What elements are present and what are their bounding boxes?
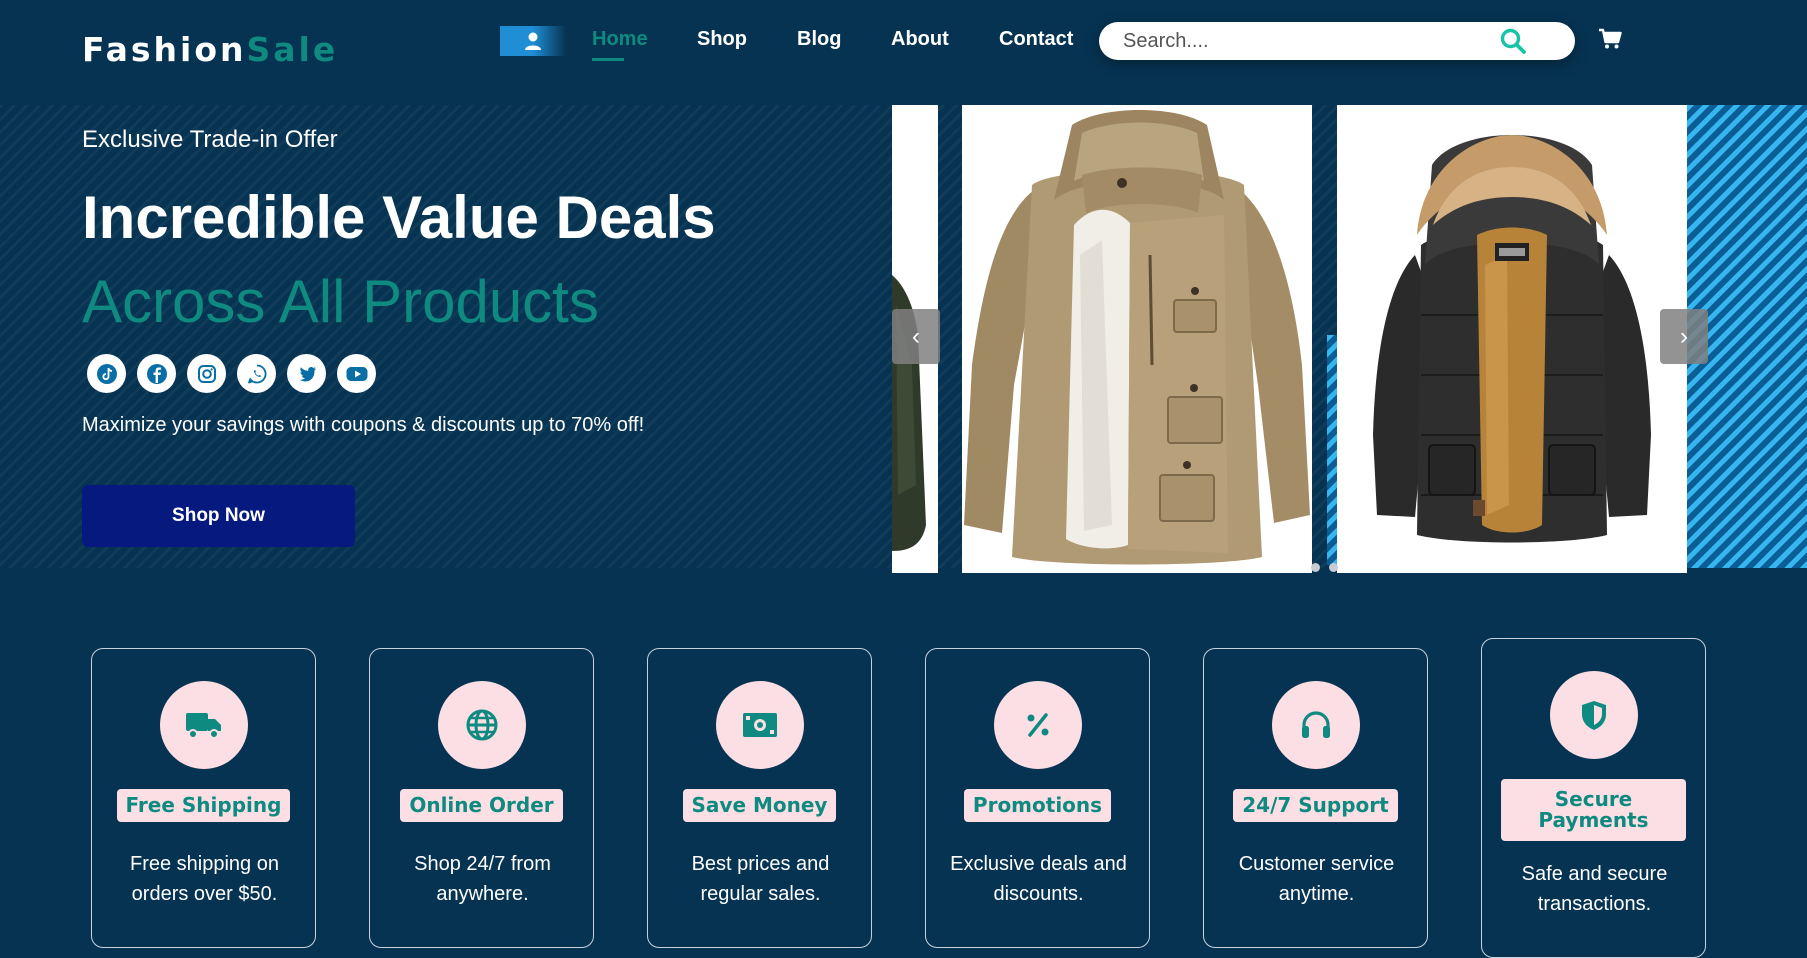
facebook-icon (146, 363, 167, 384)
feature-title-label: Promotions (963, 789, 1112, 822)
twitter-icon (299, 366, 316, 381)
carousel-slide[interactable] (1337, 105, 1687, 573)
globe-icon (466, 709, 498, 741)
feature-icon-wrap (438, 681, 526, 769)
feature-icon-wrap (716, 681, 804, 769)
shop-now-button[interactable]: Shop Now (82, 485, 355, 547)
feature-card-secure-payments: Secure Payments Safe and secure transact… (1481, 638, 1706, 958)
feature-desc: Exclusive deals and discounts. (950, 853, 1127, 905)
carousel-prev-button[interactable]: ‹ (892, 309, 940, 364)
instagram-icon (197, 364, 216, 383)
social-tiktok[interactable] (87, 354, 126, 393)
social-facebook[interactable] (137, 354, 176, 393)
user-icon (525, 32, 541, 50)
tiktok-icon (96, 363, 117, 384)
feature-card-support: 24/7 Support Customer service anytime. (1203, 648, 1428, 948)
feature-title: Online Order (370, 789, 593, 822)
feature-desc: Free shipping on orders over $50. (130, 853, 279, 905)
hero-eyebrow: Exclusive Trade-in Offer (82, 126, 338, 153)
money-icon (743, 713, 777, 737)
truck-icon (186, 713, 221, 739)
feature-title-label: Free Shipping (116, 789, 291, 822)
shield-icon (1582, 701, 1606, 730)
logo-main: Fashion (82, 30, 247, 69)
feature-card-save-money: Save Money Best prices and regular sales… (647, 648, 872, 948)
headset-icon (1302, 711, 1330, 738)
feature-desc: Customer service anytime. (1238, 853, 1395, 905)
feature-title: Free Shipping (92, 789, 315, 822)
nav-blog[interactable]: Blog (797, 28, 841, 51)
youtube-icon (346, 366, 367, 381)
feature-title: Secure Payments (1482, 779, 1705, 841)
feature-card-promotions: Promotions Exclusive deals and discounts… (925, 648, 1150, 948)
hero-tagline: Maximize your savings with coupons & dis… (82, 414, 645, 436)
search-input[interactable] (1123, 28, 1503, 54)
feature-card-online-order: Online Order Shop 24/7 from anywhere. (369, 648, 594, 948)
site-header: FashionSale Home Shop Blog About Contact (0, 0, 1807, 105)
search-icon (1500, 28, 1526, 54)
search-button[interactable] (1499, 27, 1529, 55)
nav-about[interactable]: About (891, 28, 949, 51)
user-account-button[interactable] (500, 26, 566, 56)
feature-title-label: Online Order (400, 789, 563, 822)
product-carousel: ‹ › (892, 105, 1807, 573)
cart-icon (1599, 28, 1622, 49)
social-instagram[interactable] (187, 354, 226, 393)
feature-title-label: Save Money (682, 789, 837, 822)
feature-title-label: 24/7 Support (1233, 789, 1398, 822)
logo-accent: Sale (246, 30, 339, 69)
logo[interactable]: FashionSale (82, 30, 338, 69)
cart-button[interactable] (1598, 28, 1624, 52)
percent-icon (1027, 713, 1049, 737)
search-bar (1099, 22, 1575, 60)
whatsapp-icon (247, 364, 266, 383)
hero-subheadline: Across All Products (82, 268, 599, 335)
nav-shop[interactable]: Shop (697, 28, 747, 51)
feature-icon-wrap (160, 681, 248, 769)
carousel-next-button[interactable]: › (1660, 309, 1708, 364)
feature-card-free-shipping: Free Shipping Free shipping on orders ov… (91, 648, 316, 948)
hero-headline: Incredible Value Deals (82, 184, 716, 251)
feature-icon-wrap (1550, 671, 1638, 759)
social-twitter[interactable] (287, 354, 326, 393)
feature-desc: Shop 24/7 from anywhere. (414, 853, 551, 905)
social-youtube[interactable] (337, 354, 376, 393)
carousel-dot[interactable] (1311, 563, 1320, 572)
feature-desc: Best prices and regular sales. (691, 853, 830, 905)
tan-parka-image (962, 105, 1312, 573)
carousel-strip (892, 568, 938, 573)
feature-desc: Safe and secure transactions. (1521, 863, 1668, 915)
carousel-dot[interactable] (1329, 563, 1338, 572)
carousel-slide[interactable] (962, 105, 1312, 573)
feature-title: 24/7 Support (1204, 789, 1427, 822)
nav-home[interactable]: Home (592, 28, 648, 61)
feature-title: Promotions (926, 789, 1149, 822)
social-whatsapp[interactable] (237, 354, 276, 393)
feature-icon-wrap (1272, 681, 1360, 769)
social-links (87, 354, 376, 393)
feature-title: Save Money (648, 789, 871, 822)
nav-contact[interactable]: Contact (999, 28, 1073, 51)
feature-title-label: Secure Payments (1501, 779, 1686, 841)
feature-icon-wrap (994, 681, 1082, 769)
black-parka-image (1337, 105, 1687, 573)
